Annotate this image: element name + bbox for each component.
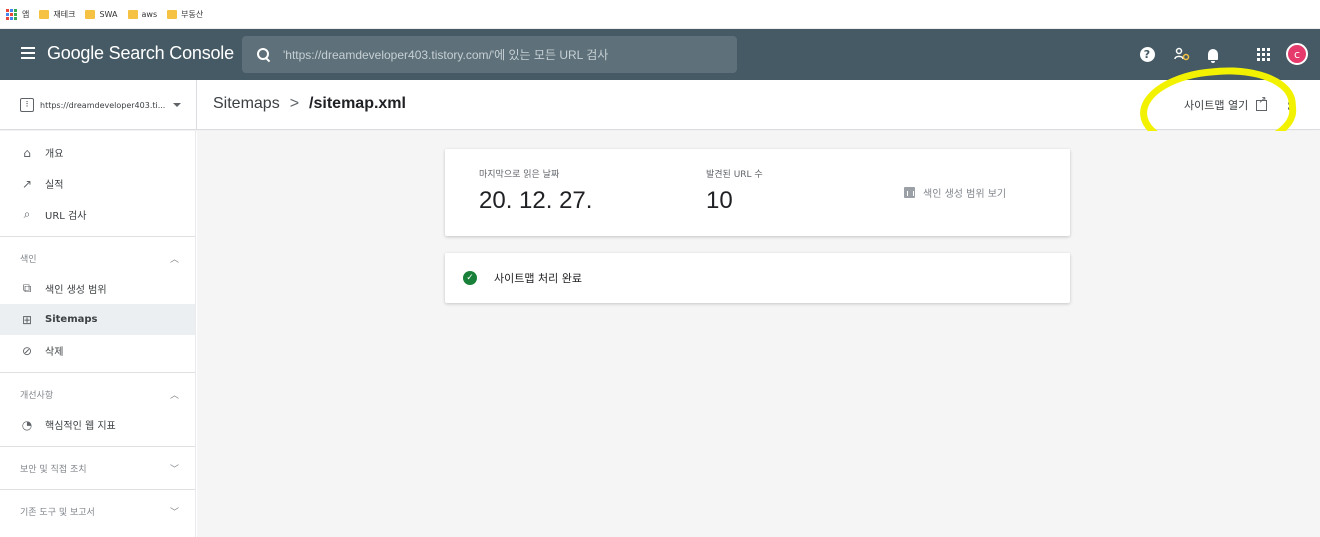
found-urls-value: 10	[706, 187, 733, 214]
chevron-down-icon: ﹀	[169, 507, 179, 518]
account-avatar[interactable]: c	[1286, 43, 1308, 65]
property-url: https://dreamdeveloper403.ti...	[40, 100, 166, 110]
bookmark-label: aws	[141, 9, 158, 19]
bookmark-label: SWA	[99, 9, 118, 19]
chevron-down-icon: ﹀	[169, 464, 179, 475]
section-title: 보안 및 직접 조치	[20, 464, 87, 475]
bookmark-folder[interactable]: aws	[127, 9, 158, 19]
menu-icon[interactable]	[21, 47, 35, 59]
section-header-legacy[interactable]: 기존 도구 및 보고서 ﹀	[0, 496, 195, 526]
sidebar-item-sitemaps[interactable]: ⊞ Sitemaps	[0, 304, 195, 335]
sidebar-item-performance[interactable]: ↗ 실적	[0, 168, 195, 199]
sidebar-item-label: 삭제	[45, 347, 64, 358]
chevron-up-icon: ︿	[169, 254, 179, 265]
trending-icon: ↗	[21, 176, 33, 191]
divider	[0, 236, 195, 237]
sidebar-item-label: 핵심적인 웹 지표	[45, 421, 116, 432]
sidebar-item-url-inspection[interactable]: ⌕ URL 검사	[0, 199, 195, 230]
open-in-new-icon	[1256, 95, 1268, 111]
hidden-icon: ⊘	[21, 343, 33, 358]
more-options-icon[interactable]	[1288, 97, 1291, 110]
sidebar-item-label: 실적	[45, 180, 64, 191]
sitemap-icon: ⊞	[21, 312, 33, 327]
divider	[0, 446, 195, 447]
found-urls-label: 발견된 URL 수	[706, 170, 763, 180]
page-header-bar: ⁝ https://dreamdeveloper403.ti... Sitema…	[0, 80, 1320, 130]
property-favicon-icon: ⁝	[20, 98, 34, 112]
section-title: 개선사항	[20, 390, 54, 401]
apps-grid-icon	[1256, 47, 1270, 61]
view-coverage-label: 색인 생성 범위 보기	[923, 189, 1007, 200]
breadcrumb: Sitemaps > /sitemap.xml	[213, 95, 406, 113]
sidebar-item-label: URL 검사	[45, 211, 87, 222]
divider	[196, 80, 197, 130]
sidebar-item-label: Sitemaps	[45, 314, 98, 325]
apps-grid-icon	[6, 8, 17, 20]
manage-users-button[interactable]	[1173, 45, 1191, 63]
search-icon: ⌕	[23, 207, 31, 221]
sitemap-stats-card: 마지막으로 읽은 날짜 20. 12. 27. 발견된 URL 수 10 색인 …	[445, 149, 1070, 236]
folder-icon	[85, 9, 96, 19]
sidebar-item-overview[interactable]: ⌂ 개요	[0, 137, 195, 168]
search-input[interactable]	[283, 47, 723, 62]
bookmark-label: 부동산	[181, 9, 204, 19]
last-read-label: 마지막으로 읽은 날짜	[479, 170, 560, 180]
speed-icon: ◔	[21, 417, 33, 432]
people-settings-icon	[1174, 47, 1190, 61]
bookmarks-bar: 앱 재테크 SWA aws 부동산	[0, 0, 1320, 29]
property-selector[interactable]: ⁝ https://dreamdeveloper403.ti...	[20, 94, 196, 116]
bookmark-folder[interactable]: 부동산	[167, 9, 203, 20]
folder-icon	[39, 9, 50, 19]
sidebar-item-removals[interactable]: ⊘ 삭제	[0, 335, 195, 366]
sidebar-item-label: 색인 생성 범위	[45, 285, 107, 296]
check-circle-icon: ✓	[463, 271, 477, 285]
search-icon	[256, 47, 272, 63]
breadcrumb-sitemaps[interactable]: Sitemaps	[213, 95, 280, 113]
breadcrumb-separator: >	[289, 95, 300, 112]
sidebar-item-core-web-vitals[interactable]: ◔ 핵심적인 웹 지표	[0, 409, 195, 440]
bell-icon	[1208, 48, 1218, 63]
section-header-index[interactable]: 색인 ︿	[0, 243, 195, 273]
sidebar-item-label: 개요	[45, 149, 64, 160]
notifications-button[interactable]	[1204, 45, 1222, 63]
section-title: 기존 도구 및 보고서	[20, 507, 95, 518]
open-sitemap-label: 사이트맵 열기	[1184, 99, 1249, 112]
bookmark-label: 재테크	[53, 9, 76, 19]
divider	[0, 372, 195, 373]
sidebar-item-coverage[interactable]: ⧉ 색인 생성 범위	[0, 273, 195, 304]
last-read-value: 20. 12. 27.	[479, 187, 593, 214]
chevron-up-icon: ︿	[169, 390, 179, 401]
url-inspection-search[interactable]	[242, 36, 737, 73]
bookmark-apps-label: 앱	[22, 9, 30, 19]
main-content: 마지막으로 읽은 날짜 20. 12. 27. 발견된 URL 수 10 색인 …	[197, 131, 1320, 537]
divider	[0, 489, 195, 490]
help-icon: ?	[1139, 46, 1155, 62]
sitemap-status-card: ✓ 사이트맵 처리 완료	[445, 253, 1070, 303]
bar-chart-icon	[904, 187, 915, 198]
app-logo[interactable]: Google Search Console	[47, 43, 234, 64]
home-icon: ⌂	[23, 145, 31, 160]
open-sitemap-button[interactable]: 사이트맵 열기	[1184, 95, 1268, 113]
google-apps-button[interactable]	[1254, 45, 1272, 63]
dropdown-caret-icon	[173, 103, 182, 107]
view-coverage-link[interactable]: 색인 생성 범위 보기	[904, 185, 1006, 200]
bookmark-folder[interactable]: 재테크	[39, 9, 75, 20]
section-title: 색인	[20, 254, 37, 265]
copy-icon: ⧉	[22, 281, 32, 295]
help-button[interactable]: ?	[1138, 45, 1156, 63]
bookmark-folder[interactable]: SWA	[85, 9, 118, 19]
status-text: 사이트맵 처리 완료	[494, 272, 582, 285]
section-header-enhancements[interactable]: 개선사항 ︿	[0, 379, 195, 409]
top-app-bar: Google Search Console ? c	[0, 29, 1320, 80]
section-header-security[interactable]: 보안 및 직접 조치 ﹀	[0, 453, 195, 483]
folder-icon	[167, 9, 178, 19]
folder-icon	[127, 9, 138, 19]
bookmark-apps[interactable]: 앱	[6, 8, 30, 20]
sidebar: ⌂ 개요 ↗ 실적 ⌕ URL 검사 색인 ︿ ⧉ 색인 생성 범위 ⊞ Sit…	[0, 131, 196, 537]
breadcrumb-current: /sitemap.xml	[309, 95, 406, 112]
